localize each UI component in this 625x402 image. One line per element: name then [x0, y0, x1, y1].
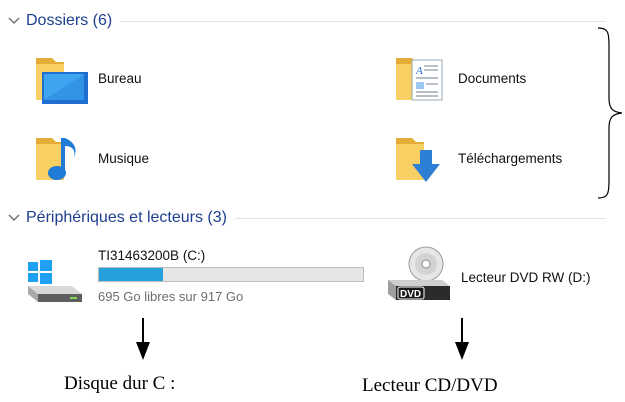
music-folder-icon: [34, 130, 90, 186]
folder-item-documents[interactable]: A Documents: [394, 48, 526, 108]
desktop-folder-icon: [34, 50, 90, 106]
svg-text:DVD: DVD: [400, 289, 421, 300]
drive-c-free-space: 695 Go libres sur 917 Go: [98, 289, 244, 304]
folder-label: Téléchargements: [458, 150, 563, 166]
dvd-caption: Lecteur CD/DVD: [362, 375, 498, 396]
disk-caption: Disque dur C :: [64, 373, 176, 394]
down-arrow-icon: [136, 318, 150, 360]
svg-text:A: A: [415, 65, 423, 77]
drive-item-c[interactable]: TI31463200B (C:) 695 Go libres sur 917 G…: [24, 240, 374, 308]
section-divider: [234, 217, 606, 219]
section-divider: [120, 20, 606, 22]
drive-c-name: TI31463200B (C:): [98, 248, 206, 263]
grouping-brace: [597, 27, 623, 199]
folder-item-telechargements[interactable]: Téléchargements: [394, 128, 562, 188]
chevron-down-icon[interactable]: [6, 210, 22, 226]
drive-d-name: Lecteur DVD RW (D:): [461, 270, 591, 285]
chevron-down-icon[interactable]: [6, 13, 22, 29]
folder-label: Documents: [458, 70, 527, 86]
folders-section-title: Dossiers (6): [26, 12, 113, 29]
devices-section-title: Périphériques et lecteurs (3): [26, 209, 227, 226]
down-arrow-icon: [455, 318, 469, 360]
drive-c-usage-bar: [98, 267, 364, 282]
folder-item-bureau[interactable]: Bureau: [34, 48, 142, 108]
drive-c-usage-fill: [99, 268, 163, 281]
devices-section-header[interactable]: Périphériques et lecteurs (3): [6, 207, 606, 229]
downloads-folder-icon: [394, 130, 450, 186]
dvd-drive-icon: DVD: [384, 244, 454, 304]
documents-folder-icon: A: [394, 50, 450, 106]
drive-item-d[interactable]: DVD Lecteur DVD RW (D:): [384, 240, 624, 308]
folder-item-musique[interactable]: Musique: [34, 128, 149, 188]
windows-hard-drive-icon: [24, 250, 84, 306]
folders-section-header[interactable]: Dossiers (6): [6, 10, 606, 32]
folder-label: Bureau: [98, 70, 142, 86]
folder-label: Musique: [98, 150, 150, 166]
